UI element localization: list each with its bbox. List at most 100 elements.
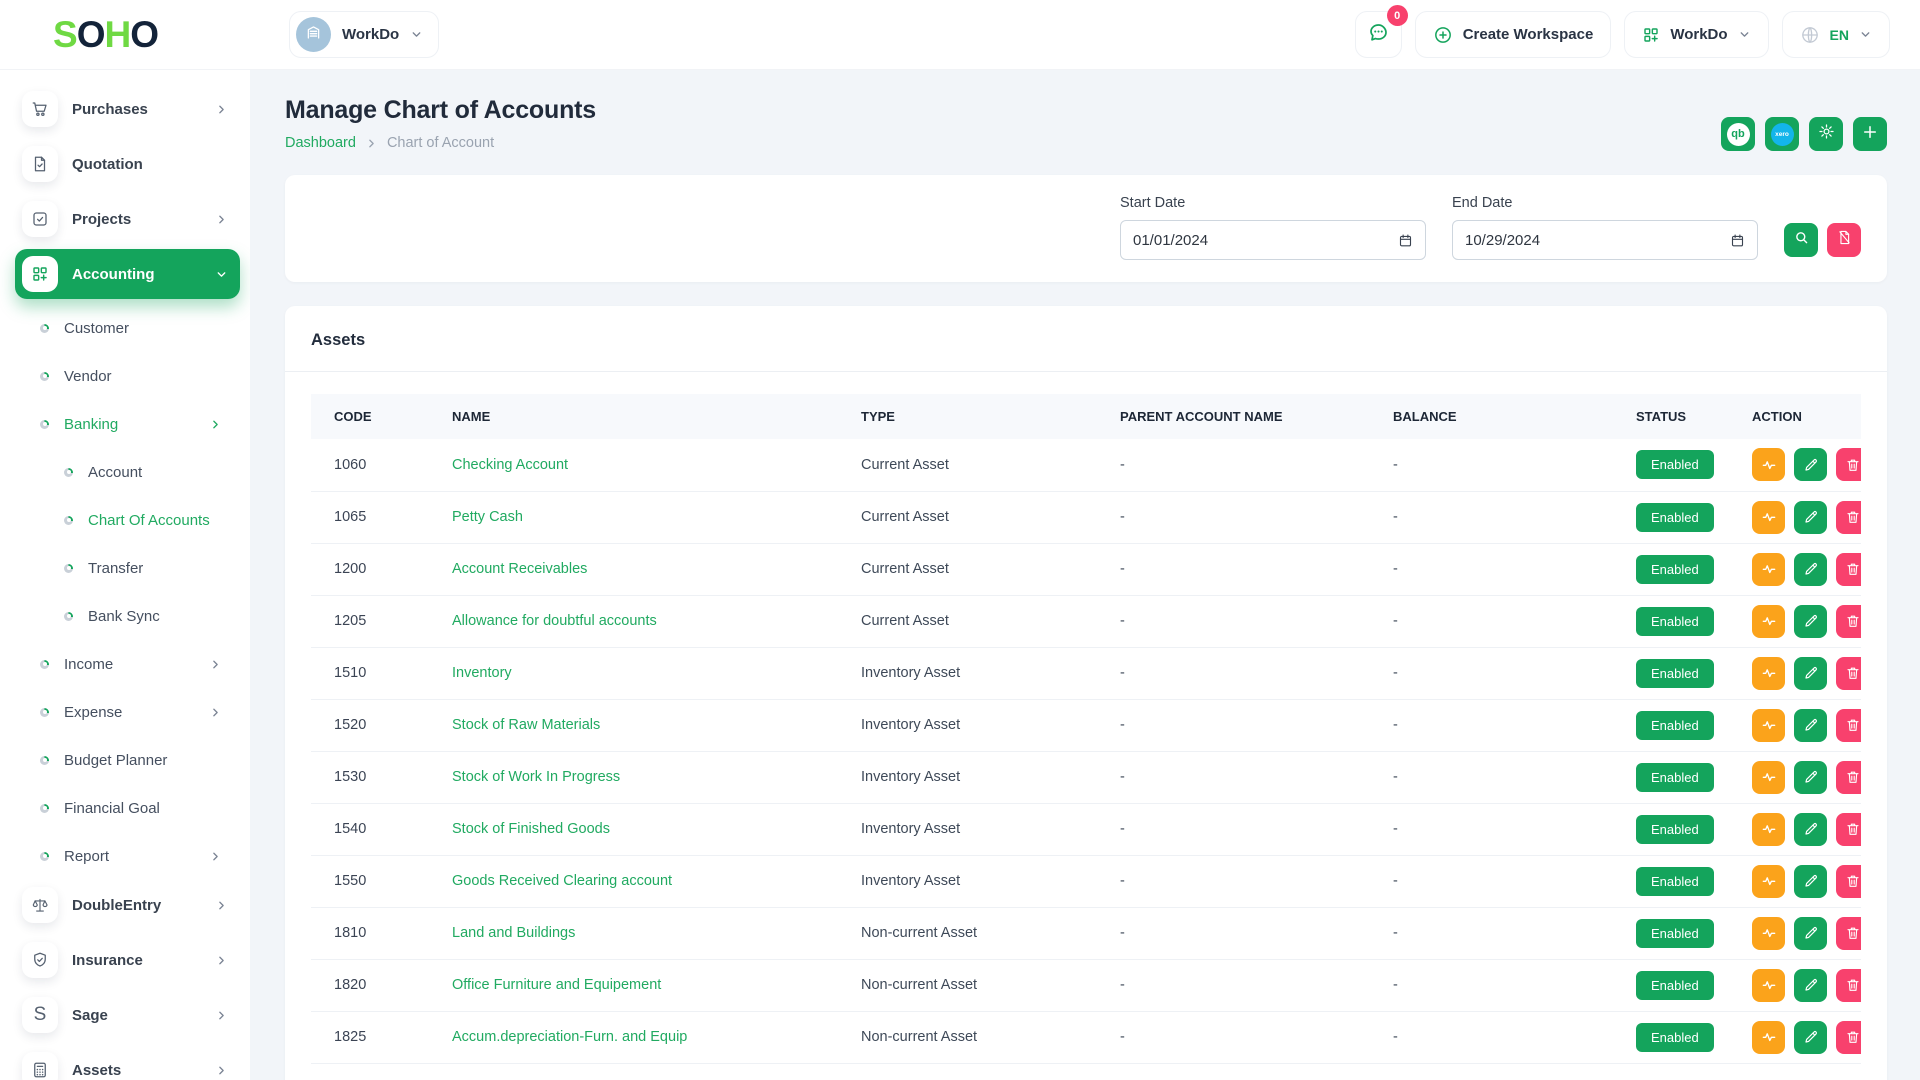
edit-button[interactable]	[1794, 917, 1827, 950]
start-date-label: Start Date	[1120, 195, 1426, 211]
activity-button[interactable]	[1752, 553, 1785, 586]
activity-button[interactable]	[1752, 969, 1785, 1002]
language-selector[interactable]: EN	[1782, 11, 1890, 58]
sidebar-item-accounting[interactable]: Accounting	[15, 249, 240, 299]
workspace-switcher[interactable]: WorkDo	[289, 11, 439, 58]
sidebar-item-chart-of-accounts[interactable]: Chart Of Accounts	[0, 496, 250, 544]
sidebar-item-banking[interactable]: Banking	[0, 400, 250, 448]
edit-button[interactable]	[1794, 813, 1827, 846]
account-name-cell: Office Furniture and Equipement	[429, 959, 838, 1011]
sidebar-item-budget-planner[interactable]: Budget Planner	[0, 736, 250, 784]
account-name-link[interactable]: Stock of Raw Materials	[452, 717, 600, 733]
activity-button[interactable]	[1752, 865, 1785, 898]
sidebar-item-account[interactable]: Account	[0, 448, 250, 496]
account-name-link[interactable]: Accum.depreciation-Furn. and Equip	[452, 1029, 687, 1045]
sidebar-item-assets[interactable]: Assets	[15, 1045, 240, 1080]
edit-button[interactable]	[1794, 657, 1827, 690]
account-name-link[interactable]: Office Furniture and Equipement	[452, 977, 661, 993]
delete-button[interactable]	[1836, 657, 1861, 690]
create-workspace-button[interactable]: Create Workspace	[1415, 11, 1612, 58]
workdo-menu-button[interactable]: WorkDo	[1624, 11, 1768, 58]
parent-account-name: -	[1097, 1011, 1370, 1063]
edit-button[interactable]	[1794, 1021, 1827, 1054]
activity-button[interactable]	[1752, 709, 1785, 742]
calendar-icon[interactable]	[1730, 233, 1745, 248]
chat-badge: 0	[1387, 5, 1408, 26]
delete-button[interactable]	[1836, 553, 1861, 586]
delete-button[interactable]	[1836, 709, 1861, 742]
sidebar-item-report[interactable]: Report	[0, 832, 250, 880]
sidebar-item-sage[interactable]: SSage	[15, 990, 240, 1040]
sidebar-item-label: Customer	[64, 320, 129, 337]
activity-button[interactable]	[1752, 605, 1785, 638]
breadcrumb-dashboard-link[interactable]: Dashboard	[285, 135, 356, 151]
sidebar-item-insurance[interactable]: Insurance	[15, 935, 240, 985]
delete-button[interactable]	[1836, 761, 1861, 794]
delete-button[interactable]	[1836, 865, 1861, 898]
calendar-icon[interactable]	[1398, 233, 1413, 248]
activity-button[interactable]	[1752, 657, 1785, 690]
sidebar-item-expense[interactable]: Expense	[0, 688, 250, 736]
edit-button[interactable]	[1794, 969, 1827, 1002]
edit-button[interactable]	[1794, 501, 1827, 534]
account-name-link[interactable]: Account Receivables	[452, 561, 587, 577]
delete-button[interactable]	[1836, 448, 1861, 481]
sidebar-item-quotation[interactable]: Quotation	[15, 139, 240, 189]
header-actions: qb xero	[1721, 117, 1887, 151]
sidebar-item-label: Projects	[72, 211, 131, 228]
activity-button[interactable]	[1752, 813, 1785, 846]
topbar: SOHO WorkDo 0 Create Workspace WorkDo EN	[0, 0, 1920, 70]
settings-button[interactable]	[1809, 117, 1843, 151]
account-type: Current Asset	[838, 543, 1097, 595]
start-date-input[interactable]: 01/01/2024	[1120, 220, 1426, 260]
sidebar-item-projects[interactable]: Projects	[15, 194, 240, 244]
apply-filter-button[interactable]	[1784, 223, 1818, 257]
quickbooks-button[interactable]: qb	[1721, 117, 1755, 151]
end-date-input[interactable]: 10/29/2024	[1452, 220, 1758, 260]
column-header-status: STATUS	[1613, 394, 1729, 439]
activity-button[interactable]	[1752, 761, 1785, 794]
sidebar-item-doubleentry[interactable]: DoubleEntry	[15, 880, 240, 930]
sidebar-item-vendor[interactable]: Vendor	[0, 352, 250, 400]
delete-button[interactable]	[1836, 1021, 1861, 1054]
chevron-right-icon	[209, 850, 222, 863]
account-balance: -	[1370, 543, 1613, 595]
delete-button[interactable]	[1836, 969, 1861, 1002]
account-name-link[interactable]: Goods Received Clearing account	[452, 873, 672, 889]
account-name-link[interactable]: Land and Buildings	[452, 925, 575, 941]
table-row: 1200Account ReceivablesCurrent Asset--En…	[311, 543, 1861, 595]
edit-button[interactable]	[1794, 865, 1827, 898]
edit-button[interactable]	[1794, 761, 1827, 794]
delete-button[interactable]	[1836, 501, 1861, 534]
edit-button[interactable]	[1794, 448, 1827, 481]
delete-button[interactable]	[1836, 917, 1861, 950]
reset-filter-button[interactable]	[1827, 223, 1861, 257]
edit-button[interactable]	[1794, 553, 1827, 586]
sidebar-item-transfer[interactable]: Transfer	[0, 544, 250, 592]
sidebar-item-financial-goal[interactable]: Financial Goal	[0, 784, 250, 832]
account-code: 1530	[311, 751, 429, 803]
account-name-link[interactable]: Inventory	[452, 665, 512, 681]
messages-button[interactable]: 0	[1355, 11, 1402, 58]
edit-button[interactable]	[1794, 605, 1827, 638]
account-name-link[interactable]: Checking Account	[452, 457, 568, 473]
account-name-link[interactable]: Allowance for doubtful accounts	[452, 613, 657, 629]
xero-button[interactable]: xero	[1765, 117, 1799, 151]
add-account-button[interactable]	[1853, 117, 1887, 151]
delete-button[interactable]	[1836, 813, 1861, 846]
activity-button[interactable]	[1752, 448, 1785, 481]
account-name-link[interactable]: Stock of Work In Progress	[452, 769, 620, 785]
bullet-icon	[40, 804, 49, 813]
activity-button[interactable]	[1752, 1021, 1785, 1054]
account-name-link[interactable]: Petty Cash	[452, 509, 523, 525]
account-balance: -	[1370, 595, 1613, 647]
sidebar-item-bank-sync[interactable]: Bank Sync	[0, 592, 250, 640]
activity-button[interactable]	[1752, 501, 1785, 534]
delete-button[interactable]	[1836, 605, 1861, 638]
activity-button[interactable]	[1752, 917, 1785, 950]
edit-button[interactable]	[1794, 709, 1827, 742]
sidebar-item-purchases[interactable]: Purchases	[15, 84, 240, 134]
sidebar-item-customer[interactable]: Customer	[0, 304, 250, 352]
account-name-link[interactable]: Stock of Finished Goods	[452, 821, 610, 837]
sidebar-item-income[interactable]: Income	[0, 640, 250, 688]
